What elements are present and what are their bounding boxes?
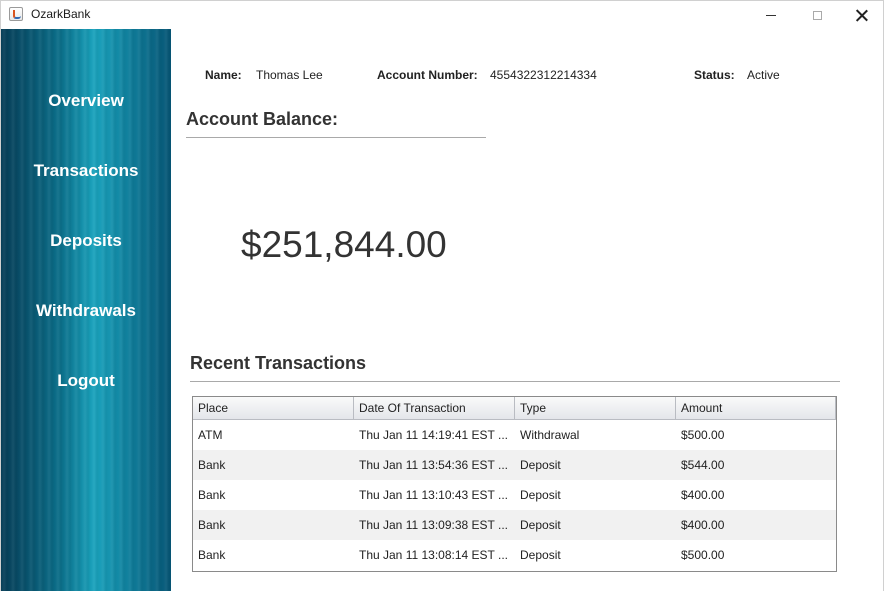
cell-type: Deposit [520,488,561,502]
status-value: Active [747,68,780,82]
maximize-button[interactable] [794,1,840,29]
close-icon [856,9,868,21]
sidebar-item-deposits[interactable]: Deposits [1,231,171,251]
cell-place: Bank [198,458,226,472]
cell-amount: $544.00 [681,458,725,472]
name-label: Name: [205,68,242,82]
cell-amount: $500.00 [681,428,725,442]
cell-place: Bank [198,518,226,532]
cell-date: Thu Jan 11 13:54:36 EST ... [359,458,508,472]
minimize-button[interactable] [748,1,794,29]
balance-amount: $251,844.00 [241,224,447,265]
sidebar-item-logout[interactable]: Logout [1,371,171,391]
column-header-type[interactable]: Type [515,397,676,419]
transactions-table[interactable]: Place Date Of Transaction Type Amount AT… [192,396,837,572]
cell-date: Thu Jan 11 13:09:38 EST ... [359,518,508,532]
table-header: Place Date Of Transaction Type Amount [193,397,836,420]
table-row[interactable]: Bank Thu Jan 11 13:10:43 EST ... Deposit… [193,480,836,510]
cell-date: Thu Jan 11 14:19:41 EST ... [359,428,508,442]
recent-transactions-title: Recent Transactions [190,353,367,373]
minimize-icon [766,14,776,16]
window-title: OzarkBank [31,7,91,21]
java-cup-icon [9,7,23,21]
name-value: Thomas Lee [256,68,323,82]
column-header-amount[interactable]: Amount [676,397,836,419]
cell-amount: $400.00 [681,518,725,532]
cell-place: Bank [198,548,226,562]
table-row[interactable]: ATM Thu Jan 11 14:19:41 EST ... Withdraw… [193,420,836,450]
cell-type: Deposit [520,548,561,562]
cell-place: ATM [198,428,223,442]
cell-date: Thu Jan 11 13:08:14 EST ... [359,548,508,562]
close-button[interactable] [839,1,884,29]
sidebar-item-withdrawals[interactable]: Withdrawals [1,301,171,321]
sidebar: Overview Transactions Deposits Withdrawa… [1,29,171,591]
column-header-place[interactable]: Place [193,397,354,419]
main-content: Name: Thomas Lee Account Number: 4554322… [171,29,883,591]
cell-amount: $500.00 [681,548,725,562]
table-row[interactable]: Bank Thu Jan 11 13:08:14 EST ... Deposit… [193,540,836,570]
transactions-divider [190,381,840,382]
account-number-value: 4554322312214334 [490,68,597,82]
cell-date: Thu Jan 11 13:10:43 EST ... [359,488,508,502]
account-balance-title: Account Balance: [186,109,339,129]
sidebar-item-overview[interactable]: Overview [1,91,171,111]
account-number-label: Account Number: [377,68,478,82]
cell-type: Deposit [520,518,561,532]
table-row[interactable]: Bank Thu Jan 11 13:54:36 EST ... Deposit… [193,450,836,480]
table-body: ATM Thu Jan 11 14:19:41 EST ... Withdraw… [193,420,836,570]
app-window: OzarkBank Overview Transactions Deposits… [0,0,884,591]
sidebar-item-transactions[interactable]: Transactions [1,161,171,181]
cell-type: Withdrawal [520,428,580,442]
title-bar: OzarkBank [1,1,883,29]
balance-divider [186,137,486,138]
table-row[interactable]: Bank Thu Jan 11 13:09:38 EST ... Deposit… [193,510,836,540]
maximize-icon [812,10,822,20]
cell-place: Bank [198,488,226,502]
cell-type: Deposit [520,458,561,472]
cell-amount: $400.00 [681,488,725,502]
status-label: Status: [694,68,735,82]
column-header-date[interactable]: Date Of Transaction [354,397,515,419]
